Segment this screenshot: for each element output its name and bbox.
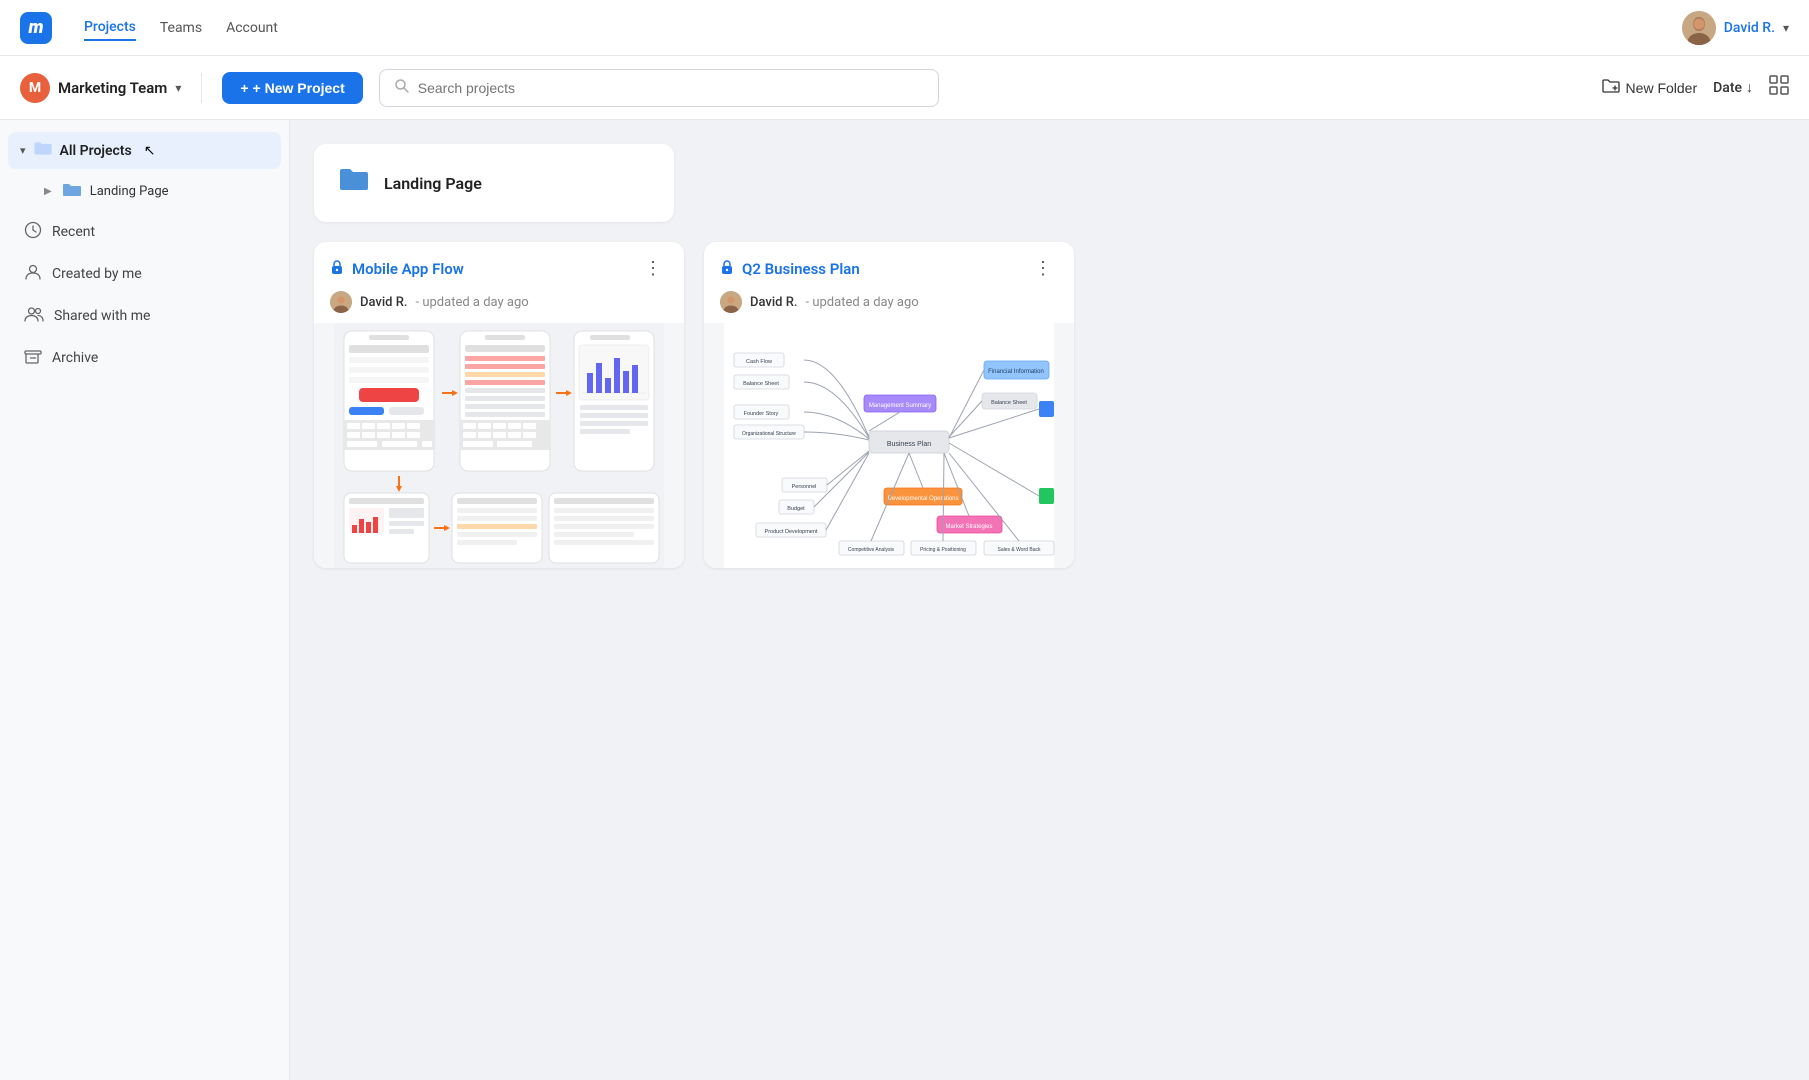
user-name-label: David R.	[1724, 20, 1775, 36]
project-updated: - updated a day ago	[806, 295, 919, 310]
sidebar-item-landing-page[interactable]: ▶ Landing Page	[8, 173, 281, 210]
svg-text:Pricing & Positioning: Pricing & Positioning	[920, 547, 966, 553]
project-meta: David R. - updated a day ago	[314, 291, 684, 323]
svg-text:Competitive Analysis: Competitive Analysis	[848, 547, 895, 553]
new-folder-label: New Folder	[1626, 80, 1698, 96]
search-input[interactable]	[418, 80, 924, 96]
chevron-down-icon: ▾	[20, 144, 26, 157]
project-preview: Business Plan Financial Information	[704, 323, 1074, 568]
svg-text:Budget: Budget	[787, 506, 805, 512]
folder-card-name: Landing Page	[384, 174, 482, 193]
new-folder-button[interactable]: New Folder	[1602, 78, 1698, 97]
team-chevron-icon: ▾	[175, 81, 181, 95]
plus-icon: +	[240, 80, 248, 96]
svg-text:Management Summary: Management Summary	[869, 403, 931, 409]
project-preview	[314, 323, 684, 568]
team-name: Marketing Team	[58, 79, 167, 97]
more-options-button[interactable]: ⋮	[638, 256, 668, 281]
svg-text:Financial Information: Financial Information	[988, 369, 1044, 375]
project-header: Mobile App Flow ⋮	[314, 242, 684, 291]
folder-plus-icon	[1602, 78, 1620, 97]
svg-text:Product Development: Product Development	[765, 529, 818, 535]
svg-text:Developmental Operations: Developmental Operations	[887, 496, 958, 502]
sidebar-item-archive[interactable]: Archive	[8, 338, 281, 378]
sidebar-item-shared-with-me[interactable]: Shared with me	[8, 296, 281, 336]
date-sort-button[interactable]: Date ↓	[1713, 79, 1753, 96]
svg-text:Balance Sheet: Balance Sheet	[991, 400, 1027, 406]
landing-page-folder-card[interactable]: Landing Page	[314, 144, 674, 222]
project-updated: - updated a day ago	[416, 295, 529, 310]
project-header: Q2 Business Plan ⋮	[704, 242, 1074, 291]
project-meta: David R. - updated a day ago	[704, 291, 1074, 323]
project-card-mobile-app-flow[interactable]: Mobile App Flow ⋮ David R. - updated a d…	[314, 242, 684, 568]
team-icon: M	[20, 73, 50, 103]
sidebar-item-recent[interactable]: Recent	[8, 212, 281, 252]
toolbar: M Marketing Team ▾ + + New Project New F…	[0, 56, 1809, 120]
sidebar-item-all-projects[interactable]: ▾ All Projects ↖	[8, 132, 281, 169]
new-project-label: + New Project	[253, 80, 345, 96]
user-menu[interactable]: David R. ▾	[1682, 11, 1789, 45]
project-author: David R.	[750, 295, 798, 310]
content-area: Landing Page Mobile App Flow ⋮ David R.	[290, 120, 1809, 1080]
svg-text:Personnel: Personnel	[792, 484, 817, 490]
avatar	[1682, 11, 1716, 45]
svg-text:Organizational Structure: Organizational Structure	[742, 431, 796, 437]
app-logo: m	[20, 12, 52, 44]
team-selector[interactable]: M Marketing Team ▾	[20, 73, 181, 103]
main-layout: ▾ All Projects ↖ ▶ Landing Page Recent	[0, 120, 1809, 1080]
people-icon	[24, 305, 44, 327]
search-icon	[394, 78, 410, 98]
svg-text:Market Strategies: Market Strategies	[945, 524, 992, 530]
expand-arrow-icon: ▶	[44, 186, 52, 197]
project-card-q2-business-plan[interactable]: Q2 Business Plan ⋮ David R. - updated a …	[704, 242, 1074, 568]
sidebar-item-created-by-me[interactable]: Created by me	[8, 254, 281, 294]
search-box[interactable]	[379, 69, 939, 107]
archive-icon	[24, 347, 42, 369]
svg-text:Balance Sheet: Balance Sheet	[743, 381, 779, 387]
nav-account[interactable]: Account	[226, 16, 278, 40]
project-avatar	[720, 291, 742, 313]
sidebar: ▾ All Projects ↖ ▶ Landing Page Recent	[0, 120, 290, 1080]
shared-with-me-label: Shared with me	[54, 308, 150, 324]
nav-projects[interactable]: Projects	[84, 15, 136, 41]
folder-icon	[62, 180, 82, 203]
folder-open-icon	[34, 140, 52, 161]
svg-text:Cash Flow: Cash Flow	[746, 359, 772, 365]
svg-text:Sales & Word Back: Sales & Word Back	[998, 547, 1041, 553]
cursor-indicator: ↖	[144, 143, 156, 159]
user-icon	[24, 263, 42, 285]
sort-down-icon: ↓	[1746, 79, 1753, 96]
toolbar-right: New Folder Date ↓	[1602, 75, 1789, 100]
all-projects-label: All Projects	[60, 143, 132, 159]
project-author: David R.	[360, 295, 408, 310]
created-by-me-label: Created by me	[52, 266, 142, 282]
svg-text:Founder Story: Founder Story	[744, 411, 779, 417]
new-project-button[interactable]: + + New Project	[222, 72, 362, 104]
nav-teams[interactable]: Teams	[160, 16, 202, 40]
project-title: Q2 Business Plan	[742, 260, 1020, 278]
user-chevron-icon: ▾	[1783, 21, 1789, 35]
svg-text:Business Plan: Business Plan	[887, 441, 931, 448]
lock-icon	[720, 259, 734, 279]
date-sort-label: Date	[1713, 80, 1742, 96]
more-options-button[interactable]: ⋮	[1028, 256, 1058, 281]
lock-icon	[330, 259, 344, 279]
landing-page-folder-label: Landing Page	[90, 184, 169, 199]
view-toggle-button[interactable]	[1769, 75, 1789, 100]
projects-grid: Mobile App Flow ⋮ David R. - updated a d…	[314, 242, 1074, 568]
clock-icon	[24, 221, 42, 243]
top-nav: m Projects Teams Account David R. ▾	[0, 0, 1809, 56]
folder-card-icon	[338, 164, 370, 202]
project-title: Mobile App Flow	[352, 260, 630, 278]
toolbar-divider	[201, 73, 202, 103]
recent-label: Recent	[52, 224, 95, 240]
archive-label: Archive	[52, 350, 98, 366]
project-avatar	[330, 291, 352, 313]
